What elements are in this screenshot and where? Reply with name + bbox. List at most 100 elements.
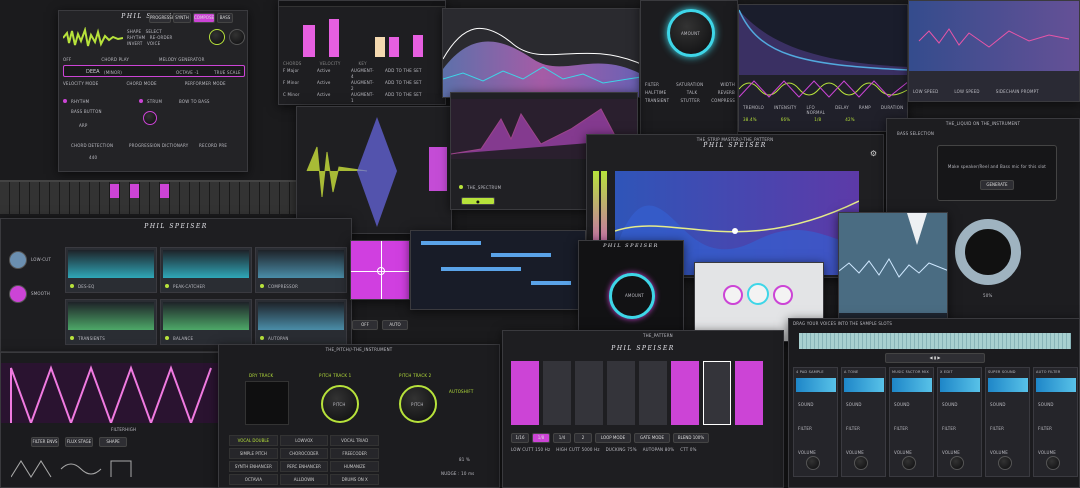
generate-button[interactable]: GENERATE xyxy=(980,180,1014,190)
liquid-ring-knob[interactable] xyxy=(955,219,1021,285)
piano-keyboard[interactable] xyxy=(0,180,300,214)
fx-param[interactable]: AUTOPAN 80% xyxy=(643,447,675,452)
mode-off[interactable]: OFF xyxy=(63,57,71,62)
effect-button[interactable]: STUTTER xyxy=(681,97,700,105)
slot-knob[interactable] xyxy=(902,456,916,470)
preset-button[interactable]: PERC ENHANCER xyxy=(279,461,329,472)
rate-tab[interactable]: 1/8 xyxy=(532,433,550,443)
sample-timeline[interactable] xyxy=(799,333,1071,349)
effect-button[interactable]: COMPRESS xyxy=(711,97,735,105)
progression-dictionary-label[interactable]: PROGRESSION DICTIONARY xyxy=(129,143,188,148)
effect-button[interactable]: TRANSIENT xyxy=(645,97,669,105)
slot-knob[interactable] xyxy=(854,456,868,470)
slot-knob[interactable] xyxy=(1046,456,1060,470)
off-button[interactable]: OFF xyxy=(352,320,378,330)
sample-slot[interactable]: AUTO FILTER SOUND FILTER VOLUME xyxy=(1033,367,1078,477)
fx-indicator[interactable] xyxy=(70,335,74,340)
fx-cell[interactable]: TRANSIENTS xyxy=(65,298,157,345)
gear-icon[interactable]: ⚙ xyxy=(870,149,877,158)
preset-button[interactable]: SYNTH ENHANCER xyxy=(229,461,278,472)
table-row[interactable]: F Major Active AUGMENT-4 ADD TO THE SET xyxy=(283,68,443,80)
step-7[interactable] xyxy=(703,361,731,425)
white-knob-3[interactable] xyxy=(773,285,793,305)
mode-melody-generator[interactable]: MELODY GENERATOR xyxy=(159,57,205,62)
effect-button[interactable]: HALFTIME xyxy=(645,89,666,97)
fx-param[interactable]: DUCKING 75% xyxy=(606,447,637,452)
lfo-value[interactable]: 66% xyxy=(781,117,791,122)
fx-indicator[interactable] xyxy=(165,335,169,340)
sample-slot[interactable]: A TONE SOUND FILTER VOLUME xyxy=(841,367,886,477)
fx-cell[interactable]: BALANCE xyxy=(160,298,252,345)
timing-knob[interactable] xyxy=(229,29,245,45)
chord-detection-label[interactable]: CHORD DETECTION xyxy=(71,143,113,148)
tab-bass[interactable]: BASS xyxy=(217,13,233,23)
preset-selector[interactable]: ◀ ▮ ▶ xyxy=(885,353,985,363)
preset-button[interactable]: FREECODER xyxy=(330,448,379,459)
performer-mode[interactable]: PERFORMER MODE xyxy=(185,81,226,86)
preset-button[interactable]: ALLDOWN xyxy=(279,474,329,485)
flux-stage-button[interactable]: FLUX STAGE xyxy=(65,437,93,447)
rhythm-toggle[interactable] xyxy=(63,99,67,103)
effect-button[interactable]: WIDTH xyxy=(720,81,735,89)
preset-button[interactable]: LOWVOX xyxy=(279,435,329,446)
fx-indicator[interactable] xyxy=(165,284,169,288)
slot-knob[interactable] xyxy=(806,456,820,470)
sample-slot[interactable]: SUPER SOUND SOUND FILTER VOLUME xyxy=(985,367,1030,477)
step-6[interactable] xyxy=(671,361,699,425)
sample-slot[interactable]: 4 PAD SAMPLE SOUND FILTER VOLUME xyxy=(793,367,838,477)
lfo-value[interactable]: 38.4% xyxy=(743,117,757,122)
rate-tab[interactable]: 1/16 xyxy=(511,433,529,443)
fx-param[interactable]: LOW CUTT 150 Hz xyxy=(511,447,550,452)
lfo-value[interactable]: 1/8 xyxy=(814,117,821,122)
sample-slot[interactable]: MUSIC FACTOR MIX SOUND FILTER VOLUME xyxy=(889,367,934,477)
preset-button[interactable]: DRUMS ON X xyxy=(330,474,379,485)
effect-button[interactable]: SATURATION xyxy=(676,81,703,89)
arp-knob[interactable] xyxy=(143,111,157,125)
rate-tab[interactable]: 2 xyxy=(574,433,592,443)
fx-cell[interactable]: COMPRESSOR xyxy=(255,247,347,293)
fx-indicator[interactable] xyxy=(260,335,264,340)
fx-cell[interactable]: DES-EQ xyxy=(65,247,157,293)
velocity-mode[interactable]: VELOCITY MODE xyxy=(63,81,98,86)
step-5[interactable] xyxy=(639,361,667,425)
preset-button[interactable]: OCTAVIA xyxy=(229,474,278,485)
slot-knob[interactable] xyxy=(950,456,964,470)
record-label[interactable]: RECORD PRE xyxy=(199,143,227,148)
scale-value[interactable]: TRUE SCALE xyxy=(214,70,241,75)
preset-button[interactable]: CHOROCODER xyxy=(279,448,329,459)
step-2[interactable] xyxy=(543,361,571,425)
slot-knob[interactable] xyxy=(998,456,1012,470)
white-knob-2[interactable] xyxy=(747,283,769,305)
table-row[interactable]: C Minor Active AUGMENT-1 ADD TO THE SET xyxy=(283,92,443,104)
fx-cell[interactable]: PEAK-CATCHER xyxy=(160,247,252,293)
rhythm-knob[interactable] xyxy=(209,29,225,45)
rate-tab[interactable]: 1/4 xyxy=(553,433,571,443)
mode-chord-play[interactable]: CHORD PLAY xyxy=(101,57,129,62)
fx-indicator[interactable] xyxy=(260,284,264,288)
fx-indicator[interactable] xyxy=(70,284,74,288)
table-row[interactable]: F Minor Active AUGMENT-2 ADD TO THE SET xyxy=(283,80,443,92)
preset-button[interactable]: VOCAL DOUBLE xyxy=(229,435,278,446)
chord-mode[interactable]: CHORD MODE xyxy=(126,81,156,86)
effect-button[interactable]: TALK xyxy=(687,89,698,97)
lowcut-knob[interactable] xyxy=(9,251,27,269)
tab-progressions[interactable]: PROGRESSIONS xyxy=(149,13,182,23)
xy-pad-cursor[interactable] xyxy=(377,267,385,275)
fx-cell[interactable]: AUTOPAN xyxy=(255,298,347,345)
preset-button[interactable]: HUMANIZE xyxy=(330,461,379,472)
bass-button-label[interactable]: BASS BUTTON xyxy=(71,109,102,114)
step-8[interactable] xyxy=(735,361,763,425)
step-4[interactable] xyxy=(607,361,635,425)
lfo-value[interactable]: 42% xyxy=(845,117,855,122)
fx-param[interactable]: CTT 0% xyxy=(680,447,696,452)
fx-param[interactable]: HIGH CUTT 5000 Hz xyxy=(556,447,599,452)
effect-button[interactable]: REVERB xyxy=(718,89,735,97)
white-knob-1[interactable] xyxy=(723,285,743,305)
tab-synth[interactable]: SYNTH xyxy=(173,13,191,23)
strum-toggle[interactable] xyxy=(139,99,143,103)
preset-button[interactable]: VOCAL TRIAD xyxy=(330,435,379,446)
shape-button[interactable]: SHAPE xyxy=(99,437,127,447)
effect-button[interactable]: FILTER xyxy=(645,81,659,89)
filter-envs-button[interactable]: FILTER ENVS xyxy=(31,437,59,447)
tab-compose[interactable]: COMPOSE xyxy=(193,13,215,23)
